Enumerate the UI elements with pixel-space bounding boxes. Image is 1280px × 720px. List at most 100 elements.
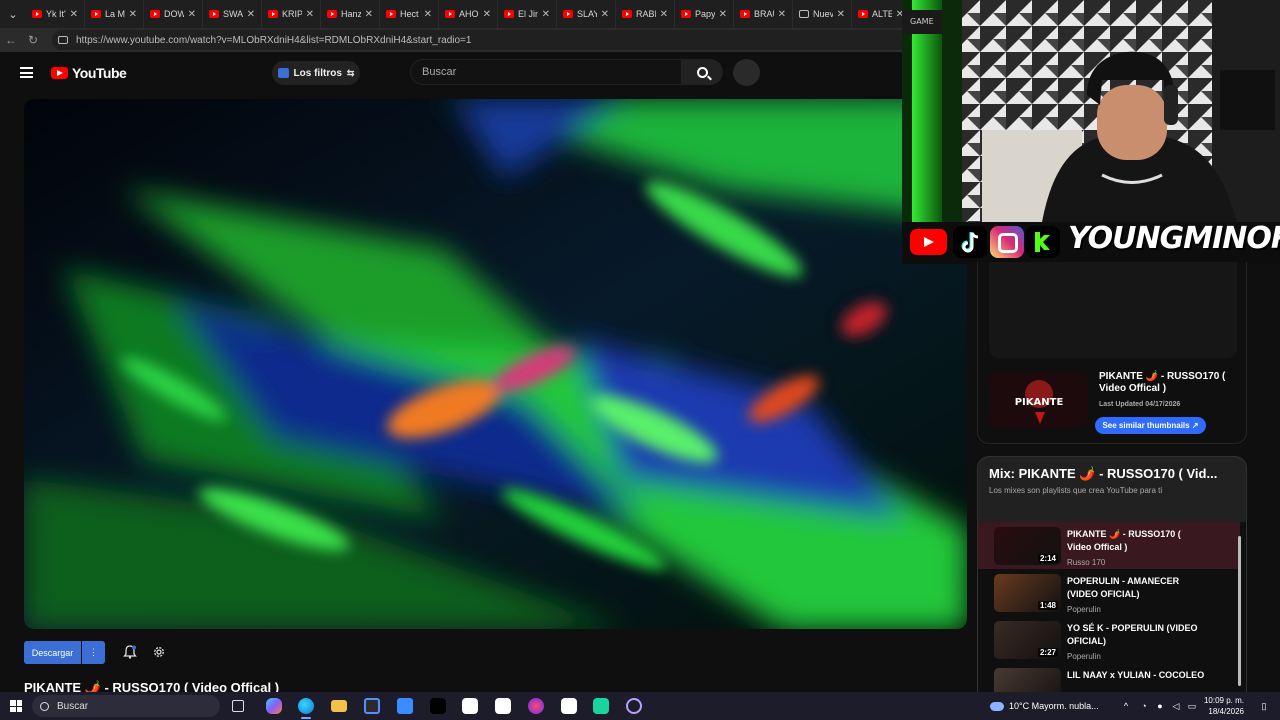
browser-tab[interactable]: La M ✕ bbox=[85, 0, 144, 28]
download-button[interactable]: Descargar bbox=[24, 641, 81, 664]
discord-app-icon[interactable] bbox=[528, 698, 544, 714]
browser-tab[interactable]: Nuev ✕ bbox=[793, 0, 852, 28]
close-tab-icon[interactable]: ✕ bbox=[188, 9, 202, 20]
close-tab-icon[interactable]: ✕ bbox=[247, 9, 261, 20]
close-tab-icon[interactable]: ✕ bbox=[660, 9, 674, 20]
youtube-icon bbox=[32, 10, 42, 18]
tiktok-note-glyph bbox=[961, 232, 979, 253]
youtube-icon bbox=[563, 10, 573, 18]
volume-icon[interactable]: ◁ bbox=[1170, 700, 1182, 712]
close-tab-icon[interactable]: ✕ bbox=[424, 9, 438, 20]
desktop-screen: ⌄ Yk It's✕La M✕DOW✕SWA✕KRIP✕Hanz✕Hect✕AH… bbox=[0, 0, 1280, 720]
youtube-icon bbox=[504, 10, 514, 18]
ad-title[interactable]: PIKANTE 🌶️ - RUSSO170 ( Video Offical ) bbox=[1099, 371, 1231, 397]
youtube-logo[interactable]: YouTube bbox=[51, 65, 127, 81]
close-tab-icon[interactable]: ✕ bbox=[365, 9, 379, 20]
battery-icon[interactable]: ▭ bbox=[1186, 700, 1198, 712]
taskbar-search[interactable]: Buscar bbox=[32, 695, 220, 717]
browser-tab[interactable]: AHO ✕ bbox=[439, 0, 498, 28]
microsoft-store-icon[interactable] bbox=[364, 698, 380, 714]
search-button[interactable] bbox=[681, 59, 723, 85]
ad-thumbnail[interactable]: PIKANTE bbox=[990, 372, 1088, 428]
browser-tab[interactable]: Yk It's ✕ bbox=[26, 0, 85, 28]
tray-chevron-icon[interactable]: ^ bbox=[1120, 700, 1132, 712]
webcam-overlay: GAME bbox=[902, 0, 1280, 222]
account-avatar[interactable] bbox=[733, 59, 760, 86]
weather-widget[interactable]: 10°C Mayorm. nubla... bbox=[990, 699, 1105, 713]
site-info-icon[interactable] bbox=[58, 36, 68, 44]
obs-studio-icon[interactable] bbox=[626, 698, 642, 714]
tab-title: AHO bbox=[459, 9, 479, 19]
browser-tab[interactable]: KRIP ✕ bbox=[262, 0, 321, 28]
green-app-icon[interactable] bbox=[593, 698, 609, 714]
tab-search-button[interactable]: ⌄ bbox=[0, 0, 26, 28]
close-tab-icon[interactable]: ✕ bbox=[306, 9, 320, 20]
close-tab-icon[interactable]: ✕ bbox=[70, 9, 84, 20]
close-tab-icon[interactable]: ✕ bbox=[837, 9, 851, 20]
playlist-item-artist: Poperulin bbox=[1067, 652, 1101, 661]
similar-thumbnails-label: See similar thumbnails ↗ bbox=[1102, 421, 1199, 430]
browser-tab[interactable]: El Jin ✕ bbox=[498, 0, 557, 28]
notification-center-icon[interactable]: ▯ bbox=[1258, 700, 1270, 712]
playlist-item-thumbnail[interactable]: 2:27 bbox=[994, 621, 1061, 659]
video-player[interactable] bbox=[24, 99, 967, 629]
ad-banner-area bbox=[989, 262, 1237, 358]
search-icon bbox=[696, 66, 708, 78]
playlist-item[interactable]: LIL NAAY x YULIAN - COCOLEO bbox=[978, 663, 1240, 692]
playlist-item[interactable]: 2:14 PIKANTE 🌶️ - RUSSO170 ( Video Offica… bbox=[978, 522, 1240, 569]
weather-text: 10°C Mayorm. nubla... bbox=[1009, 701, 1099, 711]
capcut-icon-2[interactable] bbox=[495, 698, 511, 714]
notification-bell-icon[interactable] bbox=[122, 644, 138, 660]
back-button[interactable]: ← bbox=[0, 28, 22, 52]
playlist-item-thumbnail[interactable]: 1:48 bbox=[994, 574, 1061, 612]
browser-tab[interactable]: Papy ✕ bbox=[675, 0, 734, 28]
capcut-icon-3[interactable] bbox=[561, 698, 577, 714]
edge-browser-icon[interactable] bbox=[298, 698, 314, 714]
filters-button[interactable]: Los filtros ⇆ bbox=[272, 61, 360, 85]
mix-scrollbar-thumb[interactable] bbox=[1238, 536, 1241, 686]
duration-badge: 2:14 bbox=[1037, 554, 1058, 563]
playlist-item-thumbnail[interactable]: 2:14 bbox=[994, 527, 1061, 565]
task-view-icon[interactable] bbox=[232, 700, 244, 712]
tiktok-app-icon[interactable] bbox=[430, 698, 446, 714]
windows-start-icon[interactable] bbox=[10, 700, 22, 712]
browser-tab[interactable]: Hanz ✕ bbox=[321, 0, 380, 28]
reload-button[interactable]: ↻ bbox=[22, 28, 44, 52]
clock-date: 18/4/2026 bbox=[1208, 707, 1244, 716]
mix-title[interactable]: Mix: PIKANTE 🌶️ - RUSSO170 ( Vid... bbox=[989, 466, 1229, 482]
address-bar[interactable]: https://www.youtube.com/watch?v=MLObRXdn… bbox=[52, 30, 912, 50]
mix-scrollbar[interactable] bbox=[1237, 528, 1242, 690]
tab-title: Papy bbox=[695, 9, 715, 19]
search-input[interactable]: Buscar bbox=[410, 59, 682, 85]
capcut-icon[interactable] bbox=[462, 698, 478, 714]
mail-icon[interactable] bbox=[397, 698, 413, 714]
close-tab-icon[interactable]: ✕ bbox=[129, 9, 143, 20]
microphone-icon[interactable]: ● bbox=[1154, 700, 1166, 712]
download-options-button[interactable]: ⋮ bbox=[82, 641, 105, 664]
close-tab-icon[interactable]: ✕ bbox=[778, 9, 792, 20]
playlist-item-artist: Poperulin bbox=[1067, 605, 1101, 614]
close-tab-icon[interactable]: ✕ bbox=[483, 9, 497, 20]
close-tab-icon[interactable]: ✕ bbox=[601, 9, 615, 20]
copilot-icon[interactable] bbox=[266, 698, 282, 714]
settings-gear-icon[interactable] bbox=[151, 644, 167, 660]
browser-tab[interactable]: BRAU ✕ bbox=[734, 0, 793, 28]
menu-icon[interactable] bbox=[20, 67, 33, 78]
browser-tab[interactable]: SWA ✕ bbox=[203, 0, 262, 28]
wifi-icon[interactable]: ◔ bbox=[1138, 700, 1150, 712]
youtube-logo-text: YouTube bbox=[72, 65, 127, 81]
browser-tab[interactable]: DOW ✕ bbox=[144, 0, 203, 28]
playlist-item-thumbnail[interactable] bbox=[994, 668, 1061, 692]
playlist-item[interactable]: 2:27 YO SÉ K - POPERULIN (VIDEO OFICIAL) P… bbox=[978, 616, 1240, 663]
playlist-item[interactable]: 1:48 POPERULIN - AMANECER (VIDEO OFICIAL)… bbox=[978, 569, 1240, 616]
youtube-icon bbox=[740, 10, 750, 18]
browser-tab[interactable]: Hect ✕ bbox=[380, 0, 439, 28]
close-tab-icon[interactable]: ✕ bbox=[542, 9, 556, 20]
browser-tab[interactable]: RABI ✕ bbox=[616, 0, 675, 28]
taskbar-clock[interactable]: 10:09 p. m. 18/4/2026 bbox=[1200, 695, 1244, 717]
browser-tab[interactable]: SLAY ✕ bbox=[557, 0, 616, 28]
similar-thumbnails-button[interactable]: See similar thumbnails ↗ bbox=[1095, 417, 1206, 434]
file-explorer-icon[interactable] bbox=[331, 700, 347, 712]
sliders-icon: ⇆ bbox=[346, 67, 355, 78]
close-tab-icon[interactable]: ✕ bbox=[719, 9, 733, 20]
